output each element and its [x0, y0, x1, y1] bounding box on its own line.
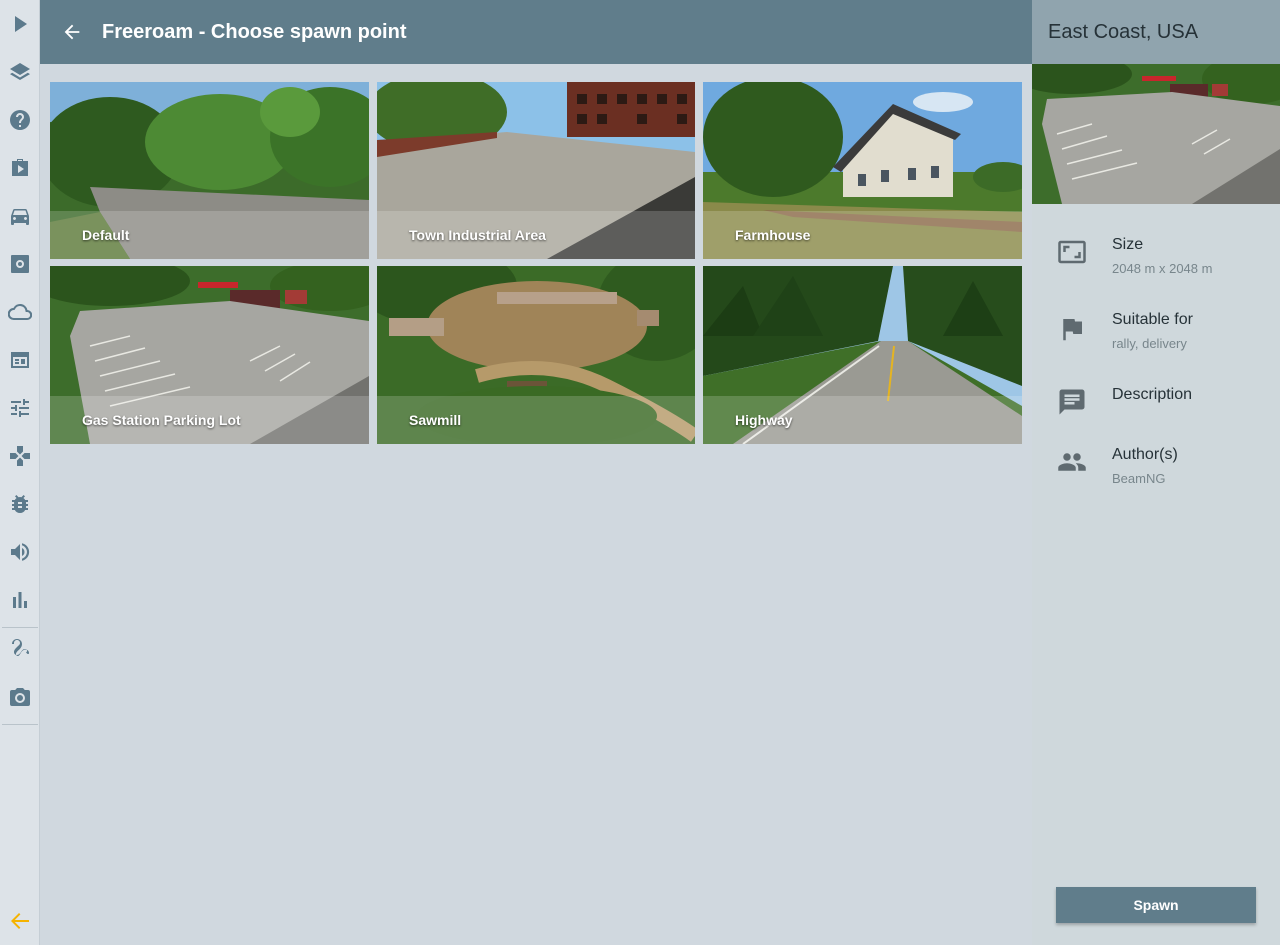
sidebar: [0, 0, 40, 945]
info-suitable-label: Suitable for: [1112, 311, 1193, 328]
sidebar-divider: [2, 724, 38, 725]
collapse-arrow-icon[interactable]: [0, 897, 39, 945]
spawn-card-gas-station-parking-lot[interactable]: Gas Station Parking Lot: [50, 266, 369, 444]
volume-icon[interactable]: [0, 528, 39, 576]
camera-icon[interactable]: [0, 673, 39, 721]
spawn-card-label-bar: Sawmill: [377, 396, 695, 444]
spawn-button[interactable]: Spawn: [1056, 887, 1256, 923]
info-size-value: 2048 m x 2048 m: [1112, 261, 1213, 276]
flag-icon: [1056, 313, 1088, 345]
spawn-card-label: Highway: [735, 412, 793, 428]
spawn-card-label: Default: [82, 227, 130, 243]
info-authors-label: Author(s): [1112, 446, 1178, 463]
cloud-icon[interactable]: [0, 288, 39, 336]
layers-icon[interactable]: [0, 48, 39, 96]
help-icon[interactable]: [0, 96, 39, 144]
level-preview-image: [1032, 64, 1280, 204]
spawn-card-label-bar: Farmhouse: [703, 211, 1022, 259]
spawn-card-label: Town Industrial Area: [409, 227, 546, 243]
settings-icon[interactable]: [0, 240, 39, 288]
info-suitable-value: rally, delivery: [1112, 336, 1187, 351]
spawn-card-farmhouse[interactable]: Farmhouse: [703, 82, 1022, 259]
level-info-panel: East Coast, USA Size 2048 m x 2048 m Sui…: [1032, 0, 1280, 945]
spawn-card-label: Gas Station Parking Lot: [82, 412, 241, 428]
gamepad-icon[interactable]: [0, 432, 39, 480]
panel-header: East Coast, USA: [1032, 0, 1280, 64]
arrow-back-icon: [64, 24, 80, 40]
spawn-card-label-bar: Default: [50, 211, 369, 259]
page-title: Freeroam - Choose spawn point: [102, 20, 407, 43]
spawn-card-label: Sawmill: [409, 412, 462, 428]
header-bar: Freeroam - Choose spawn point: [40, 0, 1032, 64]
spawn-card-highway[interactable]: Highway: [703, 266, 1022, 444]
tune-icon[interactable]: [0, 384, 39, 432]
mission-icon[interactable]: [0, 144, 39, 192]
comment-icon: [1056, 386, 1088, 418]
bug-icon[interactable]: [0, 480, 39, 528]
spawn-card-label-bar: Highway: [703, 396, 1022, 444]
spawn-card-default[interactable]: Default: [50, 82, 369, 259]
info-description-label: Description: [1112, 386, 1193, 403]
spawn-card-sawmill[interactable]: Sawmill: [377, 266, 695, 444]
spawn-card-label-bar: Town Industrial Area: [377, 211, 695, 259]
spawn-card-town-industrial-area[interactable]: Town Industrial Area: [377, 82, 695, 259]
aspect-ratio-icon: [1056, 236, 1088, 268]
car-icon[interactable]: [0, 192, 39, 240]
stats-icon[interactable]: [0, 576, 39, 624]
route-icon[interactable]: [0, 625, 39, 673]
spawn-card-label-bar: Gas Station Parking Lot: [50, 396, 369, 444]
dashboard-icon[interactable]: [0, 336, 39, 384]
spawn-card-label: Farmhouse: [735, 227, 811, 243]
back-button[interactable]: [40, 0, 104, 64]
play-icon[interactable]: [0, 0, 39, 48]
spawn-point-grid: Default Town Industrial Area Farmhouse G…: [50, 82, 1022, 444]
info-size-label: Size: [1112, 236, 1144, 253]
info-authors-value: BeamNG: [1112, 471, 1166, 486]
people-icon: [1056, 446, 1088, 478]
level-title: East Coast, USA: [1048, 20, 1199, 43]
